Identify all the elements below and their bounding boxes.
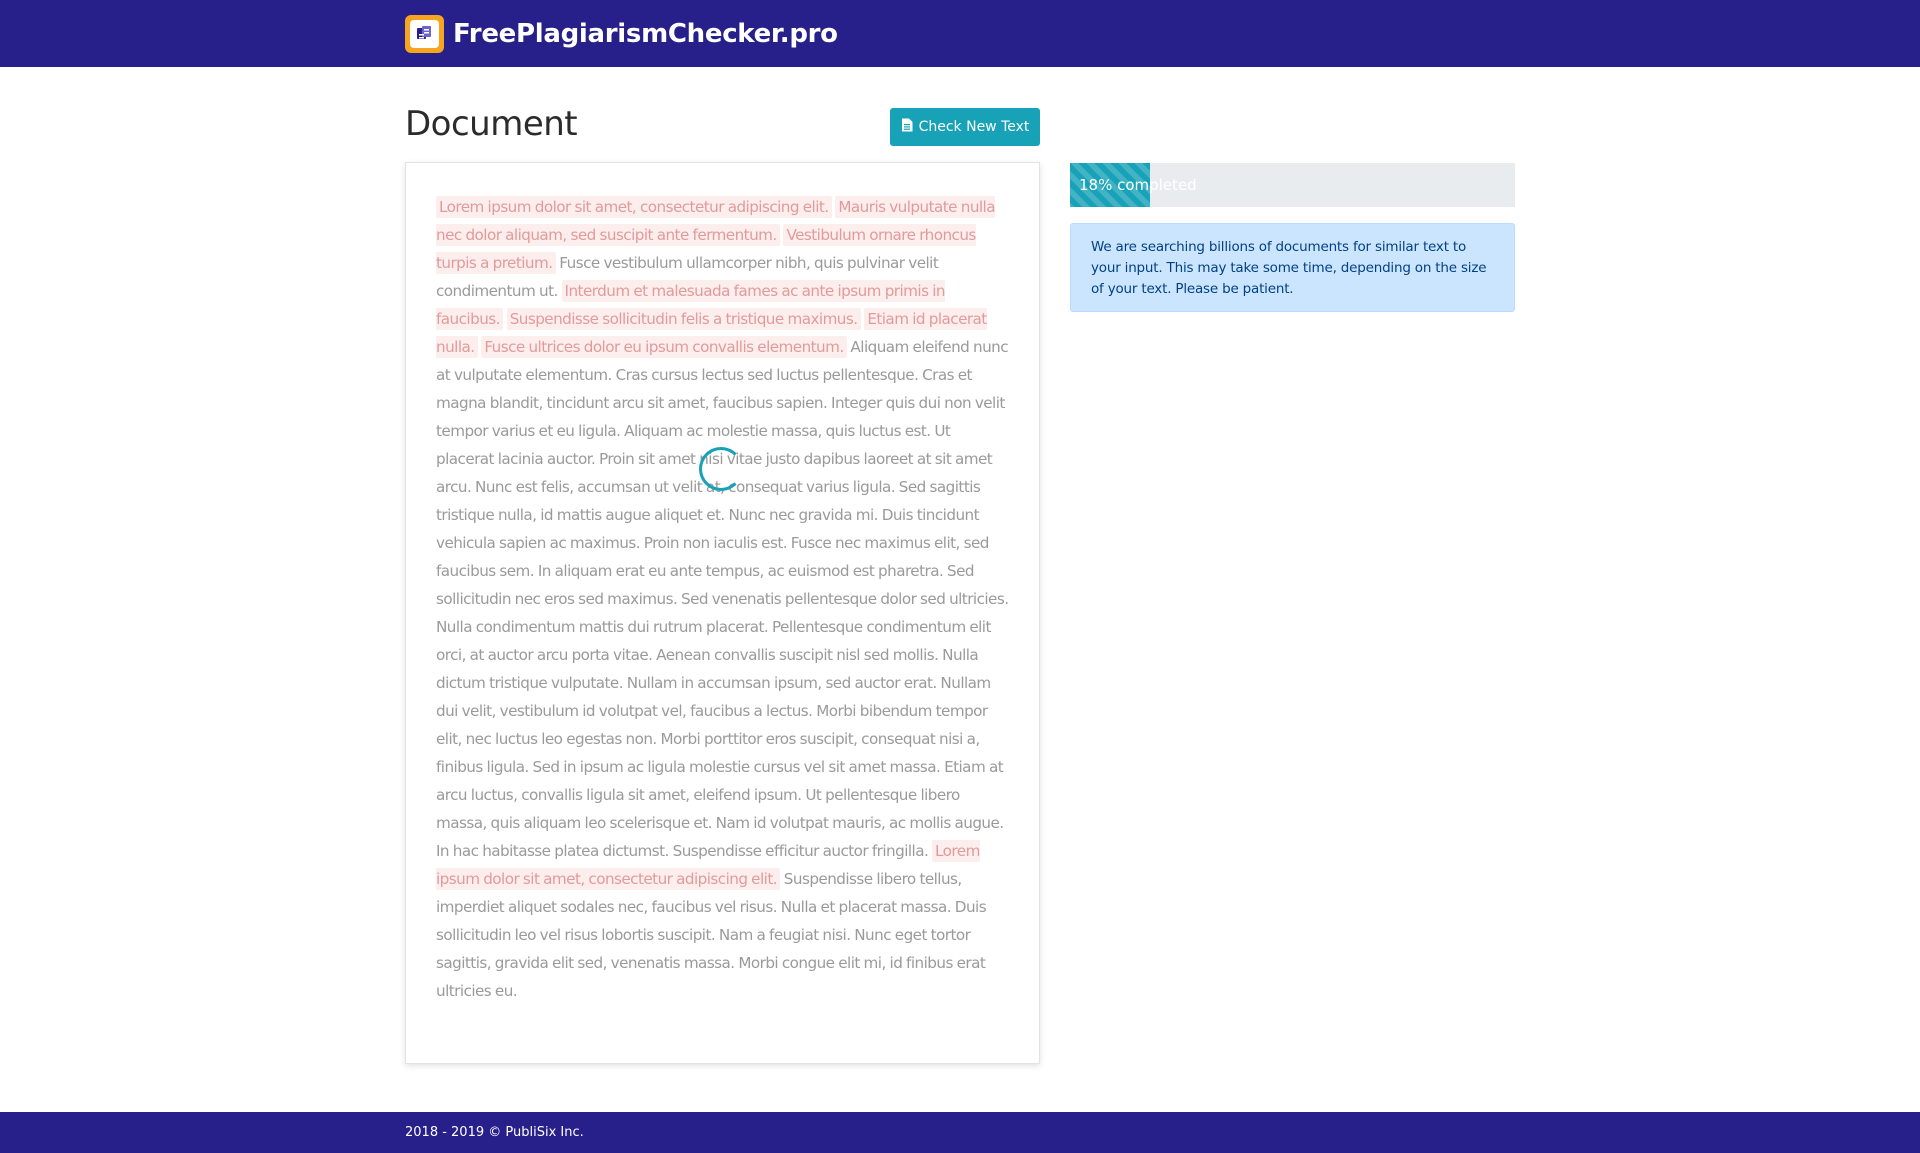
- highlighted-match: Fusce ultrices dolor eu ipsum convallis …: [481, 336, 847, 358]
- document-icon: [405, 15, 444, 53]
- highlighted-match: Suspendisse sollicitudin felis a tristiq…: [506, 308, 861, 330]
- brand-name: FreePlagiarismChecker.pro: [453, 19, 838, 49]
- highlighted-match: Lorem ipsum dolor sit amet, consectetur …: [436, 196, 832, 218]
- check-new-text-button[interactable]: Check New Text: [890, 108, 1040, 146]
- document-card: Lorem ipsum dolor sit amet, consectetur …: [405, 162, 1040, 1064]
- top-navbar: FreePlagiarismChecker.pro: [0, 0, 1920, 67]
- text-segment: Aliquam eleifend nunc at vulputate eleme…: [436, 338, 1009, 860]
- file-text-icon: [901, 118, 913, 136]
- footer: 2018 - 2019 © PubliSix Inc.: [0, 1112, 1920, 1153]
- search-info-alert: We are searching billions of documents f…: [1070, 223, 1515, 312]
- copyright-text: 2018 - 2019 © PubliSix Inc.: [405, 1125, 584, 1140]
- progress-track: 18% completed: [1070, 163, 1515, 207]
- spinner-icon: [699, 447, 743, 491]
- progress-label: 18% completed: [1079, 176, 1197, 194]
- brand-link[interactable]: FreePlagiarismChecker.pro: [405, 15, 838, 53]
- check-new-text-label: Check New Text: [918, 119, 1030, 135]
- page-title: Document: [405, 104, 578, 144]
- document-text: Lorem ipsum dolor sit amet, consectetur …: [436, 193, 1011, 1005]
